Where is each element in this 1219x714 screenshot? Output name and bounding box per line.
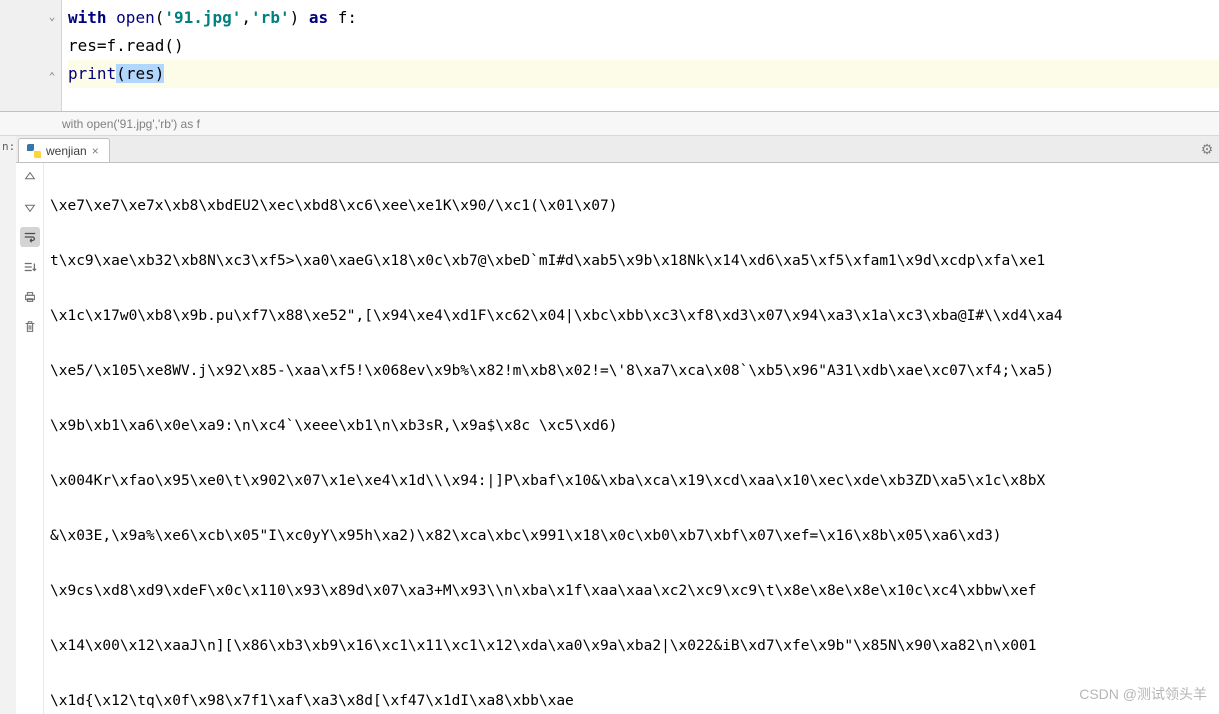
console-line: \xe5/\x105\xe8WV.j\x92\x85-\xaa\xf5!\x06… — [50, 358, 1213, 386]
tab-label: wenjian — [46, 144, 87, 158]
trash-icon[interactable] — [20, 317, 40, 337]
tab-bar: wenjian × ⚙ — [16, 136, 1219, 163]
fold-end-icon[interactable]: ⌃ — [45, 70, 59, 84]
console-line: \x9cs\xd8\xd9\xdeF\x0c\x110\x93\x89d\x07… — [50, 578, 1213, 606]
tool-column — [16, 163, 44, 714]
console-output[interactable]: \xe7\xe7\xe7x\xb8\xbdEU2\xec\xbd8\xc6\xe… — [44, 163, 1219, 714]
console-line: \x1d{\x12\tq\x0f\x98\x7f1\xaf\xa3\x8d[\x… — [50, 688, 1213, 714]
left-rail: n: — [0, 136, 16, 714]
breadcrumb-text: with open('91.jpg','rb') as f — [62, 117, 200, 131]
arrow-up-icon[interactable] — [20, 167, 40, 187]
wrap-icon[interactable] — [20, 227, 40, 247]
console-line: \x1c\x17w0\xb8\x9b.pu\xf7\x88\xe52",[\x9… — [50, 303, 1213, 331]
arrow-down-icon[interactable] — [20, 197, 40, 217]
console-line: \x004Kr\xfao\x95\xe0\t\x902\x07\x1e\xe4\… — [50, 468, 1213, 496]
console-line: t\xc9\xae\xb32\xb8N\xc3\xf5>\xa0\xaeG\x1… — [50, 248, 1213, 276]
python-icon — [27, 144, 41, 158]
close-icon[interactable]: × — [92, 144, 99, 158]
code-lines[interactable]: with open('91.jpg','rb') as f: res=f.rea… — [62, 0, 1219, 111]
watermark: CSDN @测试领头羊 — [1079, 681, 1207, 709]
console-line: \x14\x00\x12\xaaJ\n][\x86\xb3\xb9\x16\xc… — [50, 633, 1213, 661]
code-editor[interactable]: ⌄ ⌃ with open('91.jpg','rb') as f: res=f… — [0, 0, 1219, 112]
code-line[interactable]: with open('91.jpg','rb') as f: — [68, 4, 1219, 32]
code-line[interactable]: res=f.read() — [68, 32, 1219, 60]
run-label: n: — [2, 140, 14, 153]
gutter: ⌄ ⌃ — [0, 0, 62, 111]
console-line: \xe7\xe7\xe7x\xb8\xbdEU2\xec\xbd8\xc6\xe… — [50, 193, 1213, 221]
tab-wenjian[interactable]: wenjian × — [18, 138, 110, 162]
breadcrumb[interactable]: with open('91.jpg','rb') as f — [0, 112, 1219, 136]
console-line: &\x03E,\x9a%\xe6\xcb\x05"I\xc0yY\x95h\xa… — [50, 523, 1213, 551]
code-line[interactable]: print(res) — [68, 60, 1219, 88]
fold-icon[interactable]: ⌄ — [45, 10, 59, 24]
console-line: \x9b\xb1\xa6\x0e\xa9:\n\xc4`\xeee\xb1\n\… — [50, 413, 1213, 441]
gear-icon[interactable]: ⚙ — [1199, 141, 1215, 157]
print-icon[interactable] — [20, 287, 40, 307]
scroll-icon[interactable] — [20, 257, 40, 277]
